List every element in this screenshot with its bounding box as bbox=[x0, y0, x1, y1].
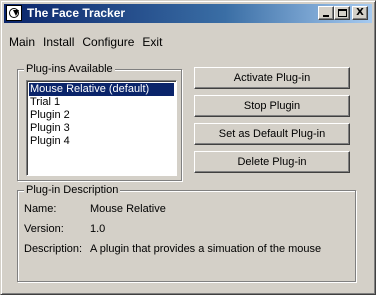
activate-plugin-button[interactable]: Activate Plug-in bbox=[194, 67, 350, 89]
window-title: The Face Tracker bbox=[27, 6, 126, 20]
menu-exit[interactable]: Exit bbox=[138, 33, 166, 51]
maximize-button[interactable] bbox=[334, 6, 350, 20]
name-label: Name: bbox=[24, 203, 57, 215]
description-group-label: Plug-in Description bbox=[24, 183, 121, 197]
list-item[interactable]: Plugin 2 bbox=[29, 109, 174, 122]
version-value: 1.0 bbox=[90, 223, 106, 235]
list-item[interactable]: Mouse Relative (default) bbox=[29, 83, 174, 96]
cursor-icon bbox=[13, 10, 19, 16]
set-default-plugin-button[interactable]: Set as Default Plug-in bbox=[194, 123, 350, 145]
menu-bar: Main Install Configure Exit bbox=[5, 33, 166, 51]
plugins-group-label: Plug-ins Available bbox=[24, 62, 115, 76]
description-value: A plugin that provides a simuation of th… bbox=[90, 243, 322, 255]
description-label: Description: bbox=[24, 243, 83, 255]
menu-install[interactable]: Install bbox=[39, 33, 78, 51]
title-bar[interactable]: The Face Tracker X bbox=[4, 4, 372, 23]
list-item[interactable]: Plugin 4 bbox=[29, 135, 174, 148]
close-button[interactable]: X bbox=[352, 6, 368, 20]
close-icon: X bbox=[356, 7, 364, 18]
app-window: The Face Tracker X Main Install Configure E… bbox=[0, 0, 376, 295]
menu-main[interactable]: Main bbox=[5, 33, 39, 51]
list-item[interactable]: Plugin 3 bbox=[29, 122, 174, 135]
name-value: Mouse Relative bbox=[90, 203, 166, 215]
delete-plugin-button[interactable]: Delete Plug-in bbox=[194, 151, 350, 173]
app-icon[interactable] bbox=[6, 5, 22, 21]
menu-configure[interactable]: Configure bbox=[78, 33, 138, 51]
version-label: Version: bbox=[24, 223, 64, 235]
minimize-icon bbox=[323, 15, 329, 17]
maximize-icon bbox=[338, 9, 347, 17]
plugins-listbox[interactable]: Mouse Relative (default) Trial 1 Plugin … bbox=[26, 80, 177, 176]
list-item[interactable]: Trial 1 bbox=[29, 96, 174, 109]
plugins-available-group: Plug-ins Available Mouse Relative (defau… bbox=[17, 62, 182, 181]
plugin-description-group: Plug-in Description Name: Mouse Relative… bbox=[17, 183, 356, 282]
stop-plugin-button[interactable]: Stop Plugin bbox=[194, 95, 350, 117]
minimize-button[interactable] bbox=[318, 6, 334, 20]
